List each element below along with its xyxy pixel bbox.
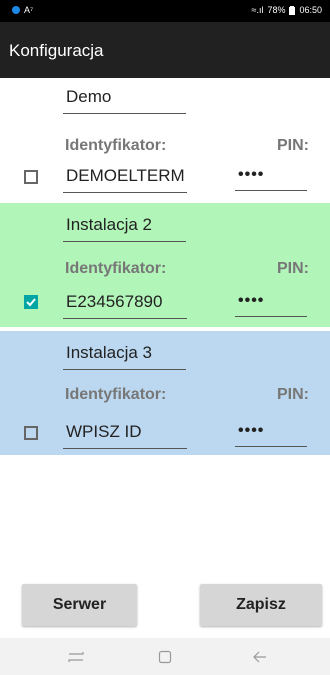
back-icon[interactable] bbox=[250, 647, 270, 667]
app-bar: Konfiguracja bbox=[0, 22, 330, 78]
identifier-input[interactable]: DEMOELTERM bbox=[63, 166, 187, 193]
identifier-label: Identyfikator: bbox=[65, 137, 167, 154]
pin-input[interactable]: •••• bbox=[235, 166, 307, 191]
pin-label: PIN: bbox=[277, 260, 309, 277]
status-left: A⁷ bbox=[12, 5, 33, 15]
installation-name-input[interactable]: Instalacja 3 bbox=[63, 343, 186, 370]
notification-dot-icon bbox=[12, 6, 20, 14]
pin-input[interactable]: •••• bbox=[235, 422, 307, 447]
installation-checkbox[interactable] bbox=[24, 295, 38, 309]
recent-apps-icon[interactable] bbox=[66, 647, 86, 667]
check-icon bbox=[26, 298, 36, 307]
navigation-bar bbox=[0, 638, 330, 675]
identifier-input[interactable]: WPISZ ID bbox=[63, 422, 187, 449]
installation-panel-3: Instalacja 3 Identyfikator: PIN: WPISZ I… bbox=[0, 331, 330, 455]
clock: 06:50 bbox=[299, 5, 322, 15]
save-button[interactable]: Zapisz bbox=[200, 584, 322, 626]
status-app-icon: A⁷ bbox=[24, 5, 34, 15]
pin-label: PIN: bbox=[277, 137, 309, 154]
installation-panel-2: Instalacja 2 Identyfikator: PIN: E234567… bbox=[0, 203, 330, 327]
home-icon[interactable] bbox=[155, 647, 175, 667]
pin-label: PIN: bbox=[277, 386, 309, 403]
identifier-label: Identyfikator: bbox=[65, 260, 167, 277]
pin-input[interactable]: •••• bbox=[235, 292, 307, 317]
installation-name-input[interactable]: Demo bbox=[63, 87, 186, 114]
identifier-label: Identyfikator: bbox=[65, 386, 167, 403]
installation-checkbox[interactable] bbox=[24, 170, 38, 184]
status-right: ≈.ıl 78% 06:50 bbox=[252, 5, 323, 15]
server-button[interactable]: Serwer bbox=[22, 584, 137, 626]
installation-panel-1: Demo Identyfikator: PIN: DEMOELTERM •••• bbox=[0, 78, 330, 198]
page-title: Konfiguracja bbox=[9, 41, 104, 60]
status-bar: A⁷ ≈.ıl 78% 06:50 bbox=[0, 0, 330, 22]
signal-icon: ≈.ıl bbox=[251, 5, 264, 15]
battery-icon bbox=[289, 5, 296, 15]
identifier-input[interactable]: E234567890 bbox=[63, 292, 187, 319]
installation-name-input[interactable]: Instalacja 2 bbox=[63, 215, 186, 242]
battery-text: 78% bbox=[267, 5, 286, 15]
installation-checkbox[interactable] bbox=[24, 426, 38, 440]
